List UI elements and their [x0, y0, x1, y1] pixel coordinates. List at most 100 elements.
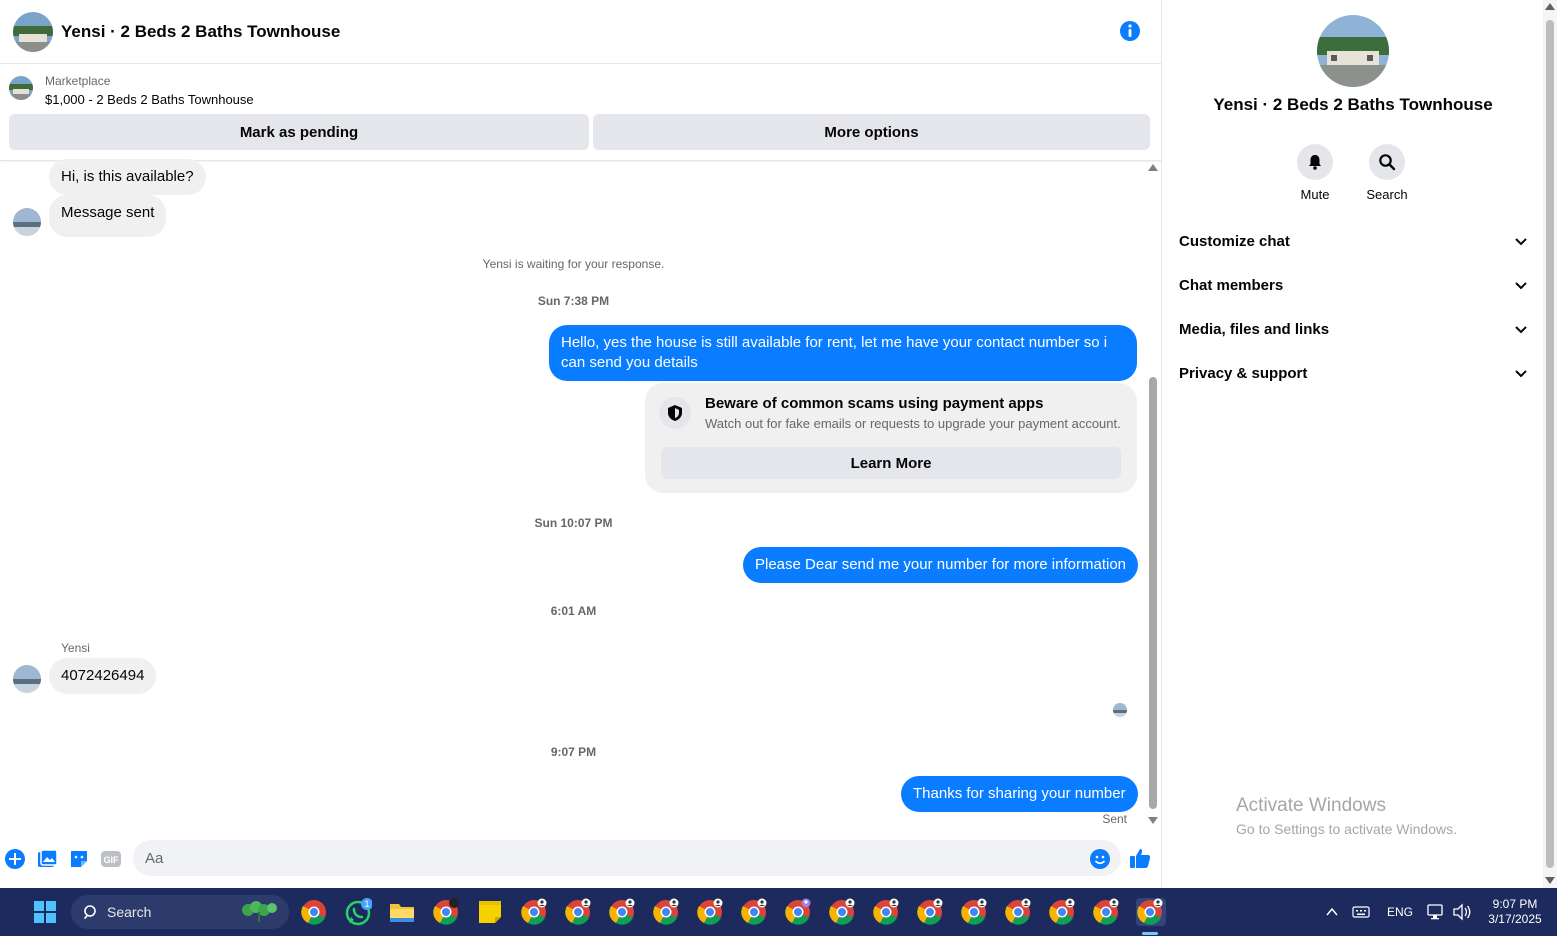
taskbar-search[interactable]: Search: [71, 895, 289, 929]
message-incoming[interactable]: 4072426494: [49, 658, 157, 694]
read-receipt-avatar: [1113, 703, 1127, 717]
composer: GIF: [0, 838, 1162, 880]
page-scroll-thumb[interactable]: [1546, 20, 1554, 868]
whatsapp-icon[interactable]: 1: [344, 898, 373, 926]
chrome-profile-icon[interactable]: [828, 898, 856, 926]
page-scroll-up-arrow[interactable]: [1545, 3, 1555, 10]
sender-avatar[interactable]: [13, 208, 41, 236]
photo-icon[interactable]: [36, 848, 58, 870]
section-label: Customize chat: [1179, 232, 1290, 250]
scroll-up-arrow[interactable]: [1148, 164, 1158, 171]
page-scrollbar[interactable]: [1543, 0, 1557, 888]
chat-header: Yensi · 2 Beds 2 Baths Townhouse: [0, 0, 1162, 64]
listing-avatar[interactable]: [13, 11, 53, 52]
message-outgoing[interactable]: Thanks for sharing your number: [901, 776, 1138, 812]
chrome-profile-icon[interactable]: [564, 898, 592, 926]
watermark-title: Activate Windows: [1236, 795, 1386, 816]
taskbar-search-label: Search: [107, 904, 152, 920]
chrome-icon[interactable]: [300, 898, 328, 926]
sender-avatar[interactable]: [13, 665, 41, 693]
mark-as-pending-button[interactable]: Mark as pending: [9, 114, 589, 150]
chrome-profile-icon[interactable]: [1092, 898, 1120, 926]
message-list: Hi, is this available? Message sent Yens…: [0, 159, 1147, 830]
chat-members-section[interactable]: Chat members: [1179, 270, 1529, 300]
emoji-icon[interactable]: [1089, 848, 1111, 870]
chrome-profile-icon[interactable]: [916, 898, 944, 926]
clock-date: 3/17/2025: [1488, 912, 1542, 926]
search-icon[interactable]: [1369, 144, 1405, 180]
scam-text: Watch out for fake emails or requests to…: [705, 416, 1121, 431]
chrome-icon[interactable]: [432, 898, 460, 926]
marketplace-label: Marketplace: [45, 74, 111, 88]
active-app-indicator: [1142, 932, 1158, 935]
system-clock[interactable]: 9:07 PM 3/17/2025: [1478, 897, 1552, 927]
chrome-profile-icon[interactable]: [1048, 898, 1076, 926]
sender-name: Yensi: [61, 641, 90, 655]
message-scrollbar[interactable]: [1147, 162, 1160, 830]
whatsapp-badge: 1: [364, 899, 369, 909]
chrome-profile-icon[interactable]: [1004, 898, 1032, 926]
windows-taskbar: Search 1 ENG 9:07 PM 3/17/2025: [0, 888, 1557, 936]
message-outgoing[interactable]: Hello, yes the house is still available …: [549, 325, 1137, 381]
scam-title: Beware of common scams using payment app…: [705, 395, 1044, 412]
scroll-down-arrow[interactable]: [1148, 817, 1158, 824]
customize-chat-section[interactable]: Customize chat: [1179, 226, 1529, 256]
profile-avatar[interactable]: [1317, 15, 1389, 87]
chrome-profile-icon[interactable]: [652, 898, 680, 926]
sticky-notes-icon[interactable]: [476, 898, 504, 926]
page-scroll-down-arrow[interactable]: [1545, 877, 1555, 884]
chrome-profile-icon[interactable]: [608, 898, 636, 926]
chevron-down-icon: [1515, 370, 1527, 378]
chrome-profile-icon[interactable]: [960, 898, 988, 926]
gif-icon[interactable]: GIF: [100, 848, 122, 870]
section-label: Chat members: [1179, 276, 1284, 294]
chat-title[interactable]: Yensi · 2 Beds 2 Baths Townhouse: [61, 22, 340, 42]
waiting-notice: Yensi is waiting for your response.: [482, 257, 665, 271]
message-outgoing[interactable]: Please Dear send me your number for more…: [743, 547, 1139, 583]
file-explorer-icon[interactable]: [388, 898, 416, 926]
svg-text:GIF: GIF: [104, 855, 120, 865]
chat-info-panel: Yensi · 2 Beds 2 Baths Townhouse Mute Se…: [1163, 0, 1543, 888]
search-icon: [83, 905, 96, 920]
chevron-down-icon: [1515, 238, 1527, 246]
search-action[interactable]: Search: [1357, 144, 1417, 202]
message-incoming[interactable]: Hi, is this available?: [49, 159, 206, 195]
chrome-profile-icon[interactable]: [520, 898, 548, 926]
chrome-profile-icon[interactable]: [872, 898, 900, 926]
listing-title[interactable]: $1,000 - 2 Beds 2 Baths Townhouse: [45, 92, 254, 107]
network-icon[interactable]: [1426, 888, 1446, 936]
mute-action[interactable]: Mute: [1285, 144, 1345, 202]
windows-start-icon[interactable]: [33, 900, 57, 924]
scroll-thumb[interactable]: [1149, 377, 1157, 809]
chevron-up-icon[interactable]: [1324, 888, 1340, 936]
volume-icon[interactable]: [1452, 888, 1472, 936]
sticker-icon[interactable]: [68, 848, 90, 870]
info-icon[interactable]: [1119, 20, 1141, 42]
chevron-down-icon: [1515, 282, 1527, 290]
more-options-button[interactable]: More options: [593, 114, 1150, 150]
bell-icon[interactable]: [1297, 144, 1333, 180]
marketplace-bar: Marketplace $1,000 - 2 Beds 2 Baths Town…: [0, 64, 1162, 161]
chrome-profile-icon[interactable]: [696, 898, 724, 926]
learn-more-button[interactable]: Learn More: [661, 447, 1121, 479]
clover-icon: [242, 901, 277, 922]
privacy-support-section[interactable]: Privacy & support: [1179, 358, 1529, 388]
section-label: Media, files and links: [1179, 320, 1330, 338]
language-indicator[interactable]: ENG: [1387, 888, 1413, 936]
media-files-links-section[interactable]: Media, files and links: [1179, 314, 1529, 344]
like-icon[interactable]: [1128, 846, 1151, 868]
chrome-profile-icon[interactable]: [740, 898, 768, 926]
clock-time: 9:07 PM: [1492, 897, 1538, 911]
profile-name: Yensi · 2 Beds 2 Baths Townhouse: [1213, 95, 1493, 114]
keyboard-icon[interactable]: [1352, 888, 1370, 936]
marketplace-thumbnail[interactable]: [9, 76, 33, 100]
mute-label: Mute: [1300, 187, 1330, 202]
activate-windows-watermark: Activate Windows Go to Settings to activ…: [1236, 795, 1457, 837]
chrome-profile-icon-active[interactable]: [1136, 898, 1166, 926]
chrome-profile-icon[interactable]: [784, 898, 812, 926]
message-incoming[interactable]: Message sent: [49, 195, 167, 237]
message-input[interactable]: [133, 840, 1121, 876]
timestamp: 6:01 AM: [550, 604, 597, 618]
shield-icon: [659, 397, 691, 429]
add-icon[interactable]: [4, 848, 26, 870]
